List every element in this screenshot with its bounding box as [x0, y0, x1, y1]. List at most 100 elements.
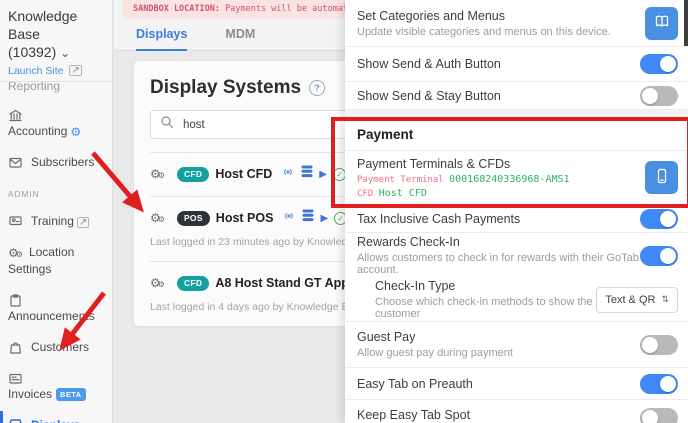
section-separator	[345, 110, 688, 119]
external-link-icon: ↗	[77, 217, 89, 228]
device-name: A8 Host Stand GT App	[215, 276, 349, 290]
device-name: Host POS	[216, 211, 274, 225]
training-icon	[8, 214, 23, 229]
toggle-knob	[660, 56, 676, 72]
book-icon	[654, 14, 670, 32]
setting-label: Set Categories and Menus	[357, 9, 611, 23]
cfd-value: Host CFD	[379, 188, 427, 199]
rewards-checkin-toggle[interactable]	[640, 246, 678, 266]
device-settings-icon[interactable]: ⚙⚙	[150, 167, 162, 181]
setting-description: Update visible categories and menus on t…	[357, 26, 611, 38]
toggle-knob	[660, 211, 676, 227]
bank-icon	[8, 108, 23, 123]
setting-row-set-categories: Set Categories and Menus Update visible …	[345, 0, 688, 47]
guest-pay-toggle[interactable]	[640, 335, 678, 355]
setting-label: Rewards Check-In	[357, 235, 640, 249]
beta-badge: BETA	[56, 388, 85, 401]
setting-description: Allow guest pay during payment	[357, 347, 513, 359]
easy-tab-toggle[interactable]	[640, 374, 678, 394]
sidebar-item-invoices[interactable]: InvoicesBETA	[8, 371, 104, 403]
device-type-badge: CFD	[177, 167, 209, 182]
sidebar-item-displays[interactable]: Displays	[8, 418, 104, 423]
toggle-knob	[642, 410, 658, 423]
terminal-key: Payment Terminal	[357, 175, 444, 185]
device-type-badge: CFD	[177, 276, 209, 291]
envelope-icon	[8, 155, 23, 170]
admin-section-label: ADMIN	[8, 189, 104, 199]
toggle-knob	[642, 88, 658, 104]
send-stay-toggle[interactable]	[640, 86, 678, 106]
help-icon[interactable]: ?	[309, 80, 325, 96]
setting-description: Choose which check-in methods to show th…	[375, 296, 596, 320]
sidebar: Knowledge Base (10392) ⌄ Launch Site ↗ R…	[0, 0, 113, 423]
setting-row-keep-easy-tab: Keep Easy Tab Spot	[345, 400, 688, 423]
cfd-key: CFD	[357, 189, 373, 199]
setting-row-send-auth: Show Send & Auth Button	[345, 47, 688, 82]
setting-description: Allows customers to check in for rewards…	[357, 252, 640, 276]
display-icon	[8, 418, 23, 423]
setting-label: Easy Tab on Preauth	[357, 377, 473, 391]
setting-row-payment-terminals: Payment Terminals & CFDs Payment Termina…	[345, 151, 688, 205]
tab-mdm[interactable]: MDM	[225, 27, 255, 51]
search-icon	[160, 115, 174, 134]
setting-label: Show Send & Auth Button	[357, 57, 501, 71]
setting-label: Show Send & Stay Button	[357, 89, 501, 103]
sidebar-item-location-settings[interactable]: ⚙⚙Location Settings	[8, 245, 104, 278]
selected-value: Text & QR	[605, 294, 655, 306]
database-icon[interactable]	[302, 209, 314, 227]
sidebar-item-accounting[interactable]: Accounting⚙	[8, 108, 104, 140]
play-icon[interactable]: ▶	[319, 169, 327, 180]
device-settings-icon[interactable]: ⚙⚙	[150, 211, 162, 225]
send-auth-toggle[interactable]	[640, 54, 678, 74]
sandbox-banner-label: SANDBOX LOCATION:	[133, 4, 220, 14]
toggle-knob	[660, 376, 676, 392]
org-id: (10392)	[8, 44, 56, 60]
signal-icon[interactable]	[282, 209, 296, 227]
setting-row-checkin-type: Check-In Type Choose which check-in meth…	[345, 278, 688, 321]
set-categories-button[interactable]	[645, 7, 678, 40]
keep-easy-tab-toggle[interactable]	[640, 408, 678, 423]
sidebar-item-training[interactable]: Training↗	[8, 214, 104, 230]
external-link-icon: ↗	[69, 65, 81, 76]
device-settings-drawer: Set Categories and Menus Update visible …	[345, 0, 688, 423]
chevron-down-icon: ⌄	[60, 46, 70, 60]
setting-row-tax-inclusive: Tax Inclusive Cash Payments	[345, 205, 688, 233]
bag-icon	[8, 340, 23, 355]
database-icon[interactable]	[301, 165, 313, 183]
setting-label: Keep Easy Tab Spot	[357, 408, 470, 422]
setting-row-easy-tab: Easy Tab on Preauth	[345, 368, 688, 400]
setting-row-guest-pay: Guest Pay Allow guest pay during payment	[345, 321, 688, 368]
play-icon[interactable]: ▶	[320, 213, 328, 224]
select-arrows-icon: ⇅	[661, 294, 669, 305]
toggle-knob	[642, 337, 658, 353]
section-title: Payment	[357, 127, 413, 142]
toggle-knob	[660, 248, 676, 264]
payment-section-header: Payment	[345, 119, 688, 151]
page-title: Display Systems	[150, 77, 301, 99]
checkin-type-select[interactable]: Text & QR ⇅	[596, 287, 678, 313]
tab-displays[interactable]: Displays	[136, 27, 187, 51]
scrollbar-thumb[interactable]	[684, 0, 688, 46]
device-settings-icon[interactable]: ⚙⚙	[150, 276, 162, 290]
pair-terminal-button[interactable]	[645, 161, 678, 194]
setting-row-send-stay: Show Send & Stay Button	[345, 82, 688, 110]
active-indicator	[0, 411, 3, 423]
launch-site-link[interactable]: Launch Site ↗	[8, 65, 104, 77]
gears-icon: ⚙⚙	[8, 246, 20, 260]
sidebar-item-customers[interactable]: Customers	[8, 340, 104, 356]
clipboard-icon	[8, 293, 23, 308]
mobile-device-icon	[654, 168, 670, 187]
sidebar-item-subscribers[interactable]: Subscribers	[8, 155, 104, 171]
signal-icon[interactable]	[281, 165, 295, 183]
sidebar-item-announcements[interactable]: Announcements	[8, 293, 104, 325]
setting-label: Tax Inclusive Cash Payments	[357, 212, 520, 226]
org-switcher[interactable]: Knowledge Base (10392) ⌄	[8, 7, 104, 62]
terminal-id: 000168240336968-AMS1	[449, 174, 569, 185]
tax-inclusive-toggle[interactable]	[640, 209, 678, 229]
app-window: Knowledge Base (10392) ⌄ Launch Site ↗ R…	[0, 0, 688, 423]
gear-icon[interactable]: ⚙	[70, 125, 81, 139]
org-name: Knowledge Base	[8, 8, 77, 42]
setting-row-rewards-checkin: Rewards Check-In Allows customers to che…	[345, 233, 688, 278]
sidebar-item-reporting[interactable]: Reporting	[8, 82, 104, 93]
device-name: Host CFD	[215, 167, 272, 181]
